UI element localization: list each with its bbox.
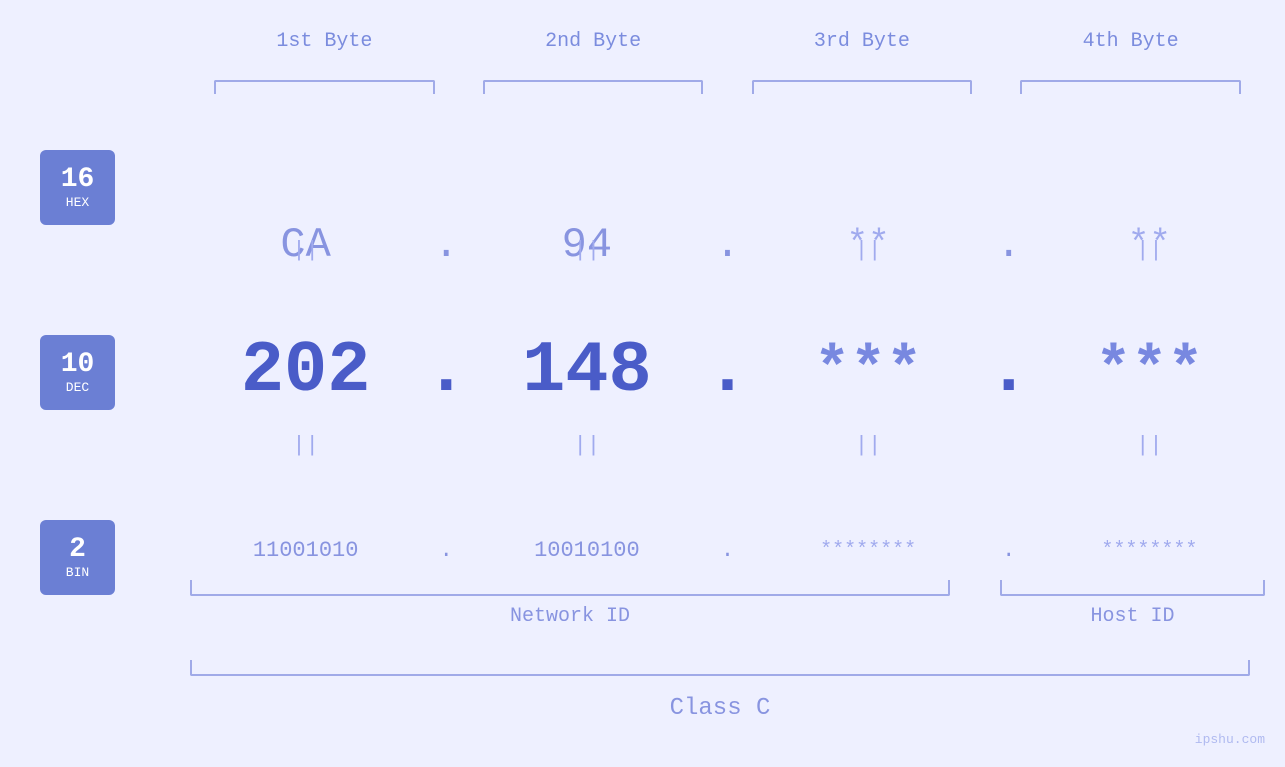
bin-dot2: .: [703, 538, 753, 563]
dec-byte2: 148: [471, 330, 702, 412]
eq-b3: ||: [753, 433, 984, 458]
bin-dot1: .: [421, 538, 471, 563]
host-id-label: Host ID: [1000, 605, 1265, 628]
bin-byte1: 11001010: [190, 538, 421, 563]
host-bracket: [1000, 580, 1265, 596]
dec-dot1: .: [421, 330, 471, 412]
bracket-1: [190, 80, 459, 94]
eq-2: ||: [471, 238, 702, 263]
class-c-label: Class C: [190, 695, 1250, 722]
bracket-2: [459, 80, 728, 94]
bin-dot3: .: [984, 538, 1034, 563]
hex-badge: 16 HEX: [40, 150, 115, 225]
bottom-brackets: [190, 580, 1265, 596]
bin-badge: 2 BIN: [40, 520, 115, 595]
network-bracket: [190, 580, 950, 596]
bracket-3: [728, 80, 997, 94]
eq-4: ||: [1034, 238, 1265, 263]
base-labels: 16 HEX 10 DEC 2 BIN: [40, 150, 115, 595]
dec-number: 10: [61, 350, 95, 381]
dec-row: 202 . 148 . *** . ***: [190, 323, 1265, 418]
equals-hex-dec: || || || ||: [190, 238, 1265, 263]
main-page: 1st Byte 2nd Byte 3rd Byte 4th Byte 16 H…: [0, 0, 1285, 767]
bin-byte3: ********: [753, 539, 984, 562]
bin-byte2: 10010100: [471, 538, 702, 563]
dec-dot2: .: [703, 330, 753, 412]
equals-dec-bin: || || || ||: [190, 433, 1265, 458]
class-bracket: [190, 660, 1250, 676]
bin-number: 2: [69, 535, 86, 566]
bin-byte4: ********: [1034, 539, 1265, 562]
col-header-2: 2nd Byte: [459, 30, 728, 53]
col-header-1: 1st Byte: [190, 30, 459, 53]
dec-badge: 10 DEC: [40, 335, 115, 410]
watermark: ipshu.com: [1195, 732, 1265, 747]
eq-1: ||: [190, 238, 421, 263]
bracket-4: [996, 80, 1265, 94]
eq-b2: ||: [471, 433, 702, 458]
column-headers: 1st Byte 2nd Byte 3rd Byte 4th Byte: [190, 30, 1265, 53]
eq-3: ||: [753, 238, 984, 263]
eq-b4: ||: [1034, 433, 1265, 458]
id-labels: Network ID Host ID: [190, 605, 1265, 628]
dec-dot3: .: [984, 330, 1034, 412]
network-id-label: Network ID: [190, 605, 950, 628]
hex-name: HEX: [66, 195, 89, 210]
top-brackets: [190, 80, 1265, 94]
hex-number: 16: [61, 165, 95, 196]
col-header-3: 3rd Byte: [728, 30, 997, 53]
dec-byte4: ***: [1034, 337, 1265, 405]
bin-row: 11001010 . 10010100 . ******** . *******…: [190, 518, 1265, 583]
eq-b1: ||: [190, 433, 421, 458]
dec-byte1: 202: [190, 330, 421, 412]
col-header-4: 4th Byte: [996, 30, 1265, 53]
bin-name: BIN: [66, 565, 89, 580]
dec-byte3: ***: [753, 337, 984, 405]
dec-name: DEC: [66, 380, 89, 395]
